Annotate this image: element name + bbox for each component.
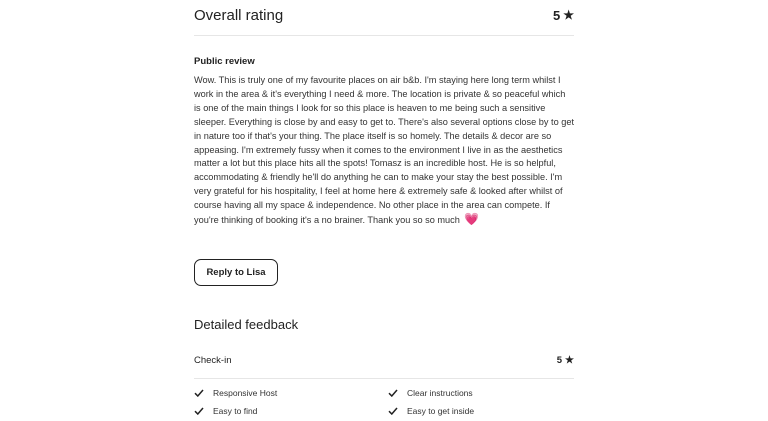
overall-rating: 5 ★ (553, 8, 574, 23)
checkin-rating-value: 5 (556, 355, 563, 366)
reply-button[interactable]: Reply to Lisa (194, 259, 278, 286)
feedback-tag-label: Easy to get inside (407, 406, 475, 416)
feedback-tag: Easy to get inside (388, 405, 574, 417)
feedback-tag-label: Responsive Host (213, 388, 278, 398)
checkmark-icon (388, 407, 400, 415)
public-review-text: Wow. This is truly one of my favourite p… (194, 75, 575, 226)
public-review-heading: Public review (194, 56, 255, 67)
checkmark-icon (388, 389, 400, 397)
feedback-tag: Clear instructions (388, 387, 574, 399)
public-review-text-block: Wow. This is truly one of my favourite p… (194, 74, 574, 228)
checkmark-icon (194, 389, 206, 397)
overall-rating-row: Overall rating 5 ★ (194, 4, 574, 26)
overall-rating-title: Overall rating (194, 6, 284, 24)
feedback-tags: Responsive Host Clear instructions Easy … (194, 387, 574, 417)
detailed-feedback-title: Detailed feedback (194, 317, 299, 332)
checkmark-icon (194, 407, 206, 415)
feedback-tag-label: Clear instructions (407, 388, 473, 398)
review-panel: Overall rating 5 ★ Public review Wow. Th… (194, 0, 574, 421)
checkin-rating: 5 ★ (557, 355, 574, 366)
star-icon: ★ (563, 8, 574, 22)
divider (194, 378, 574, 379)
divider (194, 35, 574, 36)
star-icon: ★ (565, 354, 574, 366)
heart-emoji-icon: 💗 (464, 212, 480, 227)
feedback-tag: Responsive Host (194, 387, 388, 399)
checkin-rating-row: Check-in 5 ★ (194, 355, 574, 366)
feedback-tag-label: Easy to find (213, 406, 258, 416)
feedback-tag: Easy to find (194, 405, 388, 417)
checkin-label: Check-in (194, 355, 232, 366)
overall-rating-value: 5 (553, 7, 561, 23)
